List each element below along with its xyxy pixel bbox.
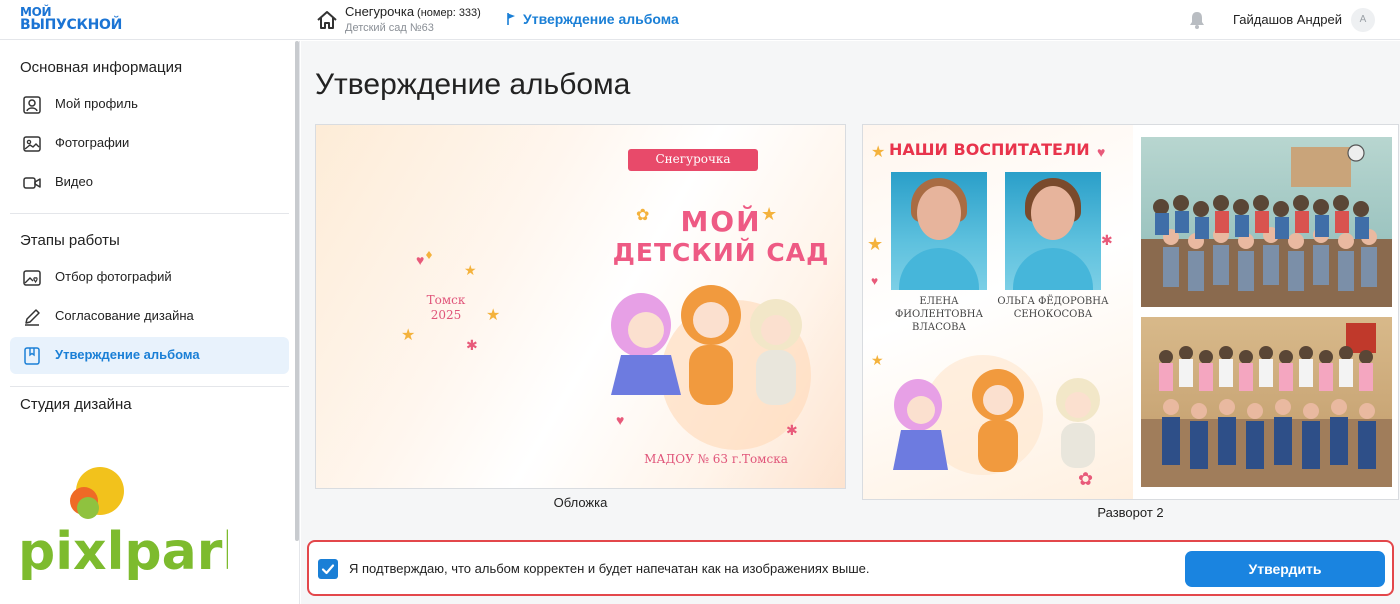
sidebar: Основная информация Мой профиль Фотограф… bbox=[0, 41, 300, 604]
group-subtitle: Детский сад №63 bbox=[345, 22, 434, 34]
cover-preview[interactable]: ♥ ★ ★ ★ ✱ ✿ ★ ♥ ✱ Снегурочка МОЙ ДЕТСКИЙ… bbox=[315, 124, 846, 489]
group-photo bbox=[1141, 137, 1392, 307]
confirm-text[interactable]: Я подтверждаю, что альбом корректен и бу… bbox=[349, 561, 870, 576]
cover-illustration bbox=[611, 285, 802, 405]
section-main-info: Основная информация bbox=[20, 59, 183, 76]
cover-caption: Обложка bbox=[553, 495, 608, 510]
pixlpark-wordmark: pixlpark bbox=[18, 522, 228, 581]
main-content: Утверждение альбома ♥ ★ ★ ★ ✱ ✿ ★ ♥ ✱ Сн… bbox=[301, 41, 1400, 604]
teacher-photo bbox=[1005, 172, 1101, 290]
teacher-photo bbox=[891, 172, 987, 290]
cover-title-line2: ДЕТСКИЙ САД bbox=[612, 238, 830, 267]
profile-icon bbox=[23, 96, 41, 114]
teacher-name-line1: ЕЛЕНА ФИОЛЕНТОВНА bbox=[894, 296, 984, 320]
sidebar-item-label: Видео bbox=[55, 174, 93, 189]
svg-text:★: ★ bbox=[464, 262, 477, 278]
confirm-bar: Я подтверждаю, что альбом корректен и бу… bbox=[307, 540, 1394, 596]
sidebar-item-label: Фотографии bbox=[55, 135, 130, 150]
svg-text:★: ★ bbox=[871, 144, 885, 161]
svg-text:★: ★ bbox=[401, 327, 415, 344]
svg-text:✿: ✿ bbox=[1078, 469, 1093, 489]
sidebar-divider bbox=[10, 386, 289, 387]
pencil-icon bbox=[25, 309, 40, 326]
sidebar-item-label: Согласование дизайна bbox=[55, 308, 194, 323]
sidebar-item-album-approval[interactable]: Утверждение альбома bbox=[10, 337, 289, 374]
breadcrumb-current[interactable]: Утверждение альбома bbox=[523, 11, 679, 27]
top-header: МОЙ ВЫПУСКНОЙ Снегурочка (номер: 333) Дет… bbox=[0, 0, 1400, 40]
approve-button[interactable]: Утвердить bbox=[1185, 551, 1385, 587]
spread-left-page: ★ ♥ ★ ✱ ♥ ★ ✿ НАШИ ВОСПИТАТЕЛИ ЕЛЕНА ФИО… bbox=[863, 125, 1133, 499]
teacher-body bbox=[899, 248, 979, 290]
spread-right-page bbox=[1133, 125, 1398, 499]
group-photo-kids bbox=[1153, 144, 1377, 291]
sidebar-item-design-studio[interactable]: Студия дизайна bbox=[20, 396, 132, 413]
home-icon[interactable] bbox=[316, 9, 338, 31]
app-logo[interactable]: МОЙ ВЫПУСКНОЙ bbox=[20, 6, 124, 34]
group-photo bbox=[1141, 317, 1392, 487]
teacher-name-line2: СЕНОКОСОВА bbox=[1013, 309, 1093, 320]
svg-text:★: ★ bbox=[867, 234, 883, 254]
user-name[interactable]: Гайдашов Андрей bbox=[1233, 12, 1342, 27]
spread-preview[interactable]: ★ ♥ ★ ✱ ♥ ★ ✿ НАШИ ВОСПИТАТЕЛИ ЕЛЕНА ФИО… bbox=[862, 124, 1399, 500]
sidebar-divider bbox=[10, 213, 289, 214]
section-stages: Этапы работы bbox=[20, 232, 120, 249]
svg-text:♥: ♥ bbox=[1097, 144, 1105, 160]
svg-text:♥: ♥ bbox=[871, 274, 878, 288]
cover-city: Томск bbox=[426, 293, 466, 307]
teacher-name-line2: ВЛАСОВА bbox=[911, 322, 967, 333]
svg-text:★: ★ bbox=[871, 352, 884, 368]
photo-select-icon bbox=[23, 270, 41, 286]
teacher-name-line1: ОЛЬГА ФЁДОРОВНА bbox=[997, 296, 1109, 307]
pixlpark-logo: pixlpark bbox=[18, 467, 228, 581]
teacher-name: ОЛЬГА ФЁДОРОВНА СЕНОКОСОВА bbox=[988, 295, 1118, 321]
logo-line2: ВЫПУСКНОЙ bbox=[20, 17, 123, 33]
cover-year: 2025 bbox=[430, 308, 462, 322]
sidebar-item-design-approval[interactable]: Согласование дизайна bbox=[10, 298, 289, 335]
svg-text:✱: ✱ bbox=[466, 337, 478, 353]
page-title: Утверждение альбома bbox=[315, 68, 631, 101]
teacher-face bbox=[917, 186, 961, 240]
photos-icon bbox=[23, 136, 41, 152]
sidebar-item-label: Отбор фотографий bbox=[55, 269, 172, 284]
svg-text:✱: ✱ bbox=[1101, 232, 1113, 248]
checkmark-icon bbox=[321, 564, 335, 575]
cover-title-line1: МОЙ bbox=[680, 205, 762, 238]
sidebar-item-label: Мой профиль bbox=[55, 96, 138, 111]
spread-title: НАШИ ВОСПИТАТЕЛИ bbox=[889, 140, 1090, 159]
svg-text:★: ★ bbox=[486, 307, 500, 324]
teacher-face bbox=[1031, 186, 1075, 240]
bookmark-icon bbox=[24, 347, 40, 365]
confirm-checkbox[interactable] bbox=[318, 559, 338, 579]
teacher-body bbox=[1013, 248, 1093, 290]
sidebar-item-profile[interactable]: Мой профиль bbox=[10, 86, 289, 123]
video-icon bbox=[23, 177, 41, 189]
flag-icon bbox=[507, 13, 515, 25]
group-photo-kids bbox=[1159, 323, 1376, 469]
bell-icon[interactable] bbox=[1188, 10, 1206, 30]
spread-caption: Разворот 2 bbox=[1097, 505, 1164, 520]
avatar[interactable]: А bbox=[1351, 8, 1375, 32]
sidebar-item-video[interactable]: Видео bbox=[10, 164, 289, 201]
sidebar-item-label: Утверждение альбома bbox=[55, 347, 200, 362]
sidebar-scrollbar[interactable] bbox=[295, 41, 299, 541]
cover-bottom-text: МАДОУ № 63 г.Томска bbox=[644, 452, 788, 466]
teacher-name: ЕЛЕНА ФИОЛЕНТОВНА ВЛАСОВА bbox=[874, 295, 1004, 334]
group-title: Снегурочка bbox=[345, 4, 415, 19]
sidebar-item-photo-selection[interactable]: Отбор фотографий bbox=[10, 259, 289, 296]
svg-text:♥: ♥ bbox=[416, 252, 424, 268]
sidebar-item-photos[interactable]: Фотографии bbox=[10, 125, 289, 162]
cover-city-year: Томск 2025 bbox=[416, 293, 476, 323]
group-name[interactable]: Снегурочка (номер: 333) bbox=[345, 4, 481, 19]
cover-ribbon-text: Снегурочка bbox=[655, 152, 731, 166]
group-number: (номер: 333) bbox=[417, 7, 481, 19]
